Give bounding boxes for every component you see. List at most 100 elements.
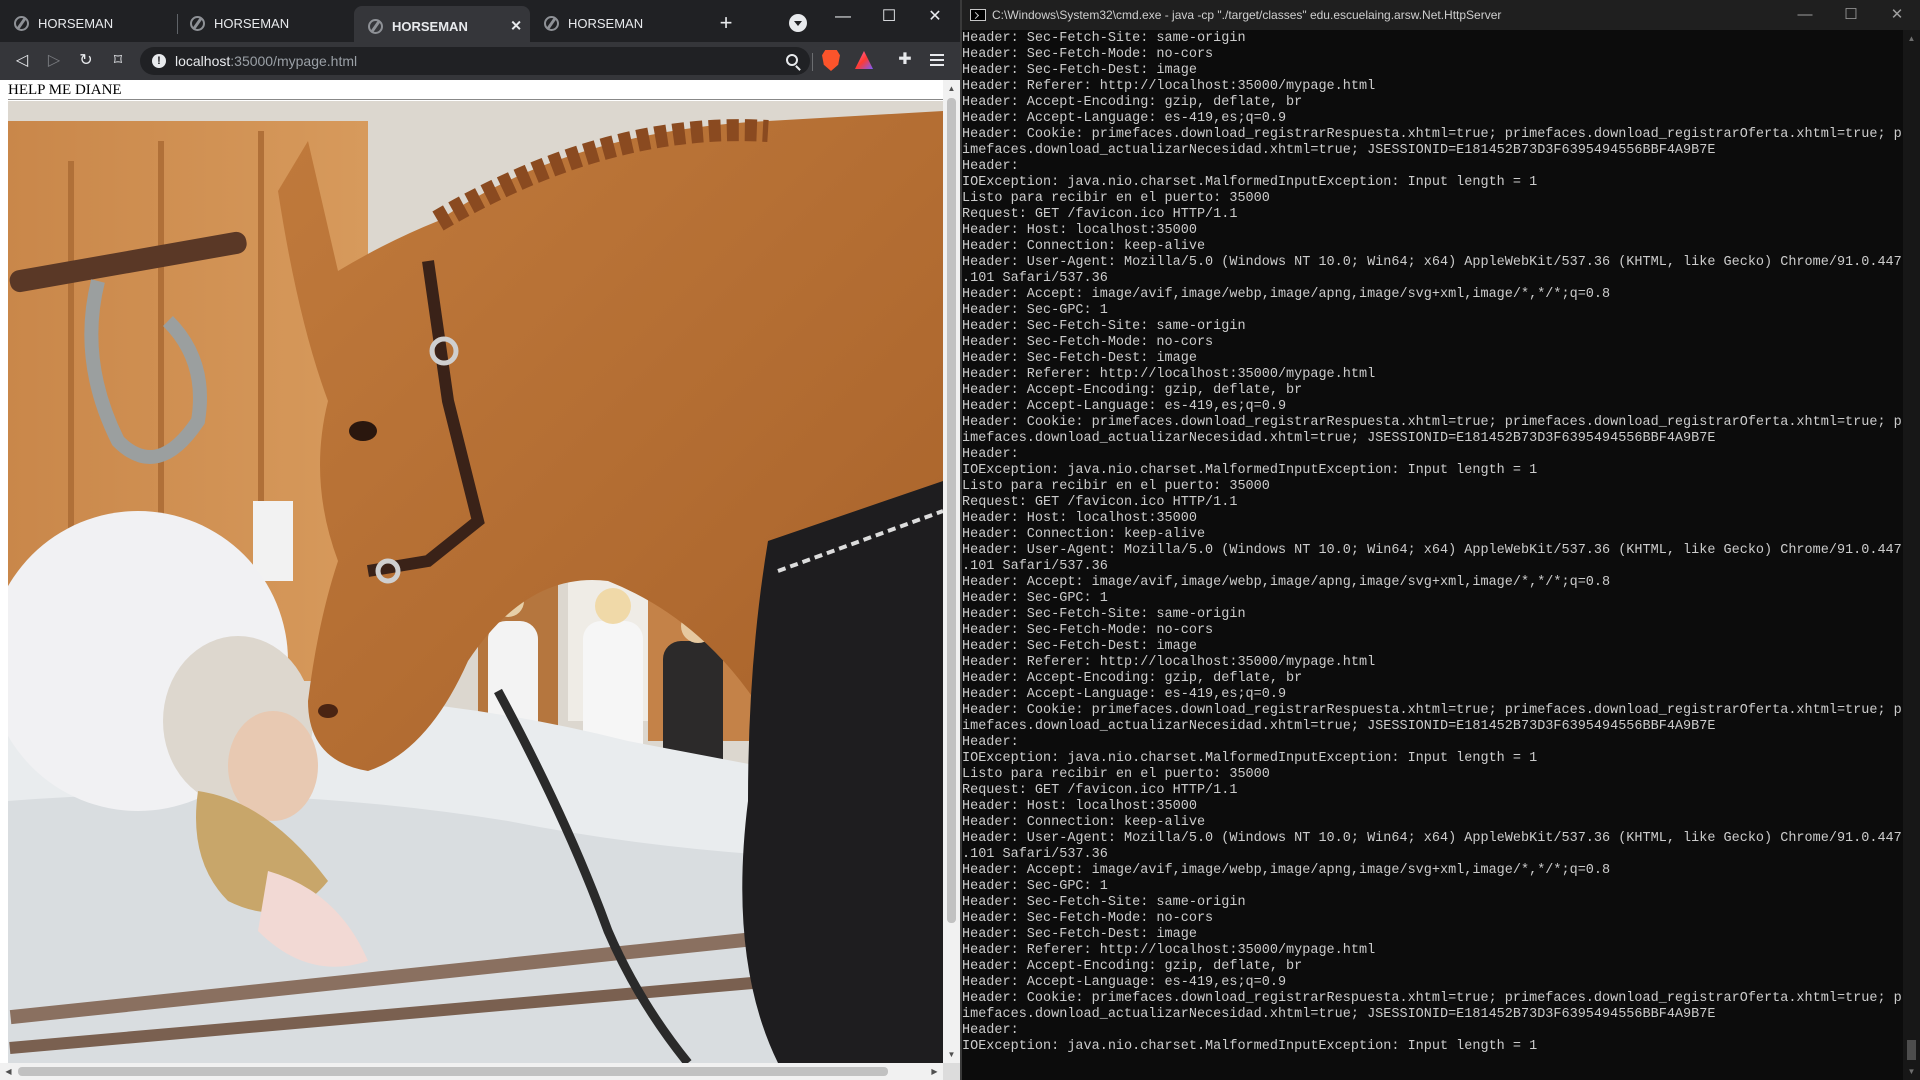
globe-icon (190, 15, 205, 31)
console-line: Header: Referer: http://localhost:35000/… (962, 79, 1376, 94)
page-heading: HELP ME DIANE (8, 82, 122, 98)
page-viewport: HELP ME DIANE ▲ ▼ ◀ ▶ (0, 80, 960, 1080)
console-line: Header: Sec-Fetch-Site: same-origin (962, 895, 1246, 910)
console-line: Header: Sec-Fetch-Mode: no-cors (962, 623, 1214, 638)
console-line: Header: Accept-Encoding: gzip, deflate, … (962, 95, 1303, 110)
page-horizontal-scrollbar[interactable]: ◀ ▶ (0, 1063, 943, 1080)
reload-icon[interactable]: ↻ (74, 49, 98, 73)
console-line: Header: Cookie: primefaces.download_regi… (962, 703, 1902, 718)
console-line: Header: Connection: keep-alive (962, 527, 1206, 542)
console-line: Header: User-Agent: Mozilla/5.0 (Windows… (962, 255, 1902, 270)
console-line: Header: Accept: image/avif,image/webp,im… (962, 287, 1611, 302)
console-line: .101 Safari/537.36 (962, 847, 1108, 862)
cmd-maximize-button[interactable]: ☐ (1828, 0, 1874, 30)
extensions-puzzle-icon[interactable]: ✚ (896, 51, 914, 69)
cmd-minimize-button[interactable]: — (1782, 0, 1828, 30)
cmd-titlebar[interactable]: C:\Windows\System32\cmd.exe - java -cp "… (962, 0, 1920, 30)
address-bar[interactable]: ! localhost:35000/mypage.html (140, 47, 810, 75)
console-line: Listo para recibir en el puerto: 35000 (962, 191, 1270, 206)
tab-label: HORSEMAN (38, 15, 114, 31)
console-line: Header: Accept-Encoding: gzip, deflate, … (962, 671, 1303, 686)
console-line: Request: GET /favicon.ico HTTP/1.1 (962, 207, 1238, 222)
tab-strip: HORSEMAN HORSEMAN HORSEMAN ✕ HORSEMAN + … (0, 0, 960, 46)
zoom-icon[interactable] (786, 54, 798, 66)
console-line: Header: User-Agent: Mozilla/5.0 (Windows… (962, 543, 1902, 558)
brave-rewards-icon[interactable] (855, 51, 873, 69)
tab-horseman-3-active[interactable]: HORSEMAN ✕ (354, 6, 530, 46)
scroll-right-icon[interactable]: ▶ (926, 1063, 943, 1080)
console-line: imefaces.download_actualizarNecesidad.xh… (962, 431, 1716, 446)
scroll-up-icon[interactable]: ▲ (1903, 30, 1920, 47)
tab-label: HORSEMAN (214, 15, 290, 31)
console-line: Header: Host: localhost:35000 (962, 511, 1197, 526)
console-line: Header: Accept-Language: es-419,es;q=0.9 (962, 399, 1287, 414)
console-line: .101 Safari/537.36 (962, 559, 1108, 574)
console-line: Header: Sec-Fetch-Site: same-origin (962, 31, 1246, 46)
console-line: Header: (962, 1023, 1019, 1038)
close-icon[interactable]: ✕ (510, 18, 522, 35)
maximize-button[interactable]: ☐ (866, 2, 912, 32)
site-info-icon[interactable]: ! (152, 54, 166, 68)
scrollbar-corner (943, 1063, 960, 1080)
console-line: Header: Sec-GPC: 1 (962, 303, 1108, 318)
console-line: Header: Sec-Fetch-Mode: no-cors (962, 47, 1214, 62)
cmd-close-button[interactable]: ✕ (1874, 0, 1920, 30)
tab-horseman-2[interactable]: HORSEMAN (176, 6, 352, 40)
tab-search-icon[interactable] (789, 14, 807, 32)
close-window-button[interactable]: ✕ (912, 2, 958, 32)
console-output[interactable]: Header: Sec-Fetch-Site: same-origin Heade… (962, 31, 1902, 1061)
horizontal-scroll-thumb[interactable] (18, 1067, 888, 1076)
console-icon (970, 9, 986, 21)
cmd-scroll-thumb[interactable] (1907, 1040, 1916, 1060)
console-line: Listo para recibir en el puerto: 35000 (962, 479, 1270, 494)
console-line: Header: Sec-Fetch-Dest: image (962, 927, 1197, 942)
address-url[interactable]: localhost:35000/mypage.html (175, 53, 357, 69)
page-vertical-scrollbar[interactable]: ▲ ▼ (943, 80, 960, 1063)
scroll-left-icon[interactable]: ◀ (0, 1063, 17, 1080)
console-line: Header: Sec-Fetch-Dest: image (962, 639, 1197, 654)
tab-horseman-4[interactable]: HORSEMAN (530, 6, 706, 40)
console-line: Header: Accept-Language: es-419,es;q=0.9 (962, 687, 1287, 702)
console-line: Header: Cookie: primefaces.download_regi… (962, 991, 1902, 1006)
console-line: IOException: java.nio.charset.MalformedI… (962, 175, 1538, 190)
cmd-title: C:\Windows\System32\cmd.exe - java -cp "… (992, 8, 1502, 22)
tab-label: HORSEMAN (392, 18, 468, 34)
console-line: Listo para recibir en el puerto: 35000 (962, 767, 1270, 782)
globe-icon (14, 15, 29, 31)
cmd-vertical-scrollbar[interactable]: ▲ ▼ (1903, 30, 1920, 1080)
console-line: .101 Safari/537.36 (962, 271, 1108, 286)
horse-hospital-photo (8, 101, 943, 1063)
new-tab-button[interactable]: + (713, 11, 739, 37)
bookmark-icon[interactable]: ⌑ (106, 49, 130, 73)
console-line: Header: Accept-Encoding: gzip, deflate, … (962, 383, 1303, 398)
console-line: Header: Sec-GPC: 1 (962, 591, 1108, 606)
globe-icon (368, 18, 383, 34)
console-line: imefaces.download_actualizarNecesidad.xh… (962, 1007, 1716, 1022)
console-line: imefaces.download_actualizarNecesidad.xh… (962, 719, 1716, 734)
browser-window: HORSEMAN HORSEMAN HORSEMAN ✕ HORSEMAN + … (0, 0, 960, 1080)
tab-horseman-1[interactable]: HORSEMAN (0, 6, 176, 40)
console-line: Header: Connection: keep-alive (962, 815, 1206, 830)
minimize-button[interactable]: — (820, 2, 866, 32)
console-line: Header: Accept-Encoding: gzip, deflate, … (962, 959, 1303, 974)
console-line: Header: Connection: keep-alive (962, 239, 1206, 254)
console-line: IOException: java.nio.charset.MalformedI… (962, 463, 1538, 478)
console-line: Header: Host: localhost:35000 (962, 799, 1197, 814)
console-line: Header: User-Agent: Mozilla/5.0 (Windows… (962, 831, 1902, 846)
console-line: Header: (962, 159, 1019, 174)
page-rule (8, 99, 943, 100)
back-icon[interactable]: ◁ (10, 49, 34, 73)
console-line: Header: Accept-Language: es-419,es;q=0.9 (962, 111, 1287, 126)
console-line: Header: (962, 735, 1019, 750)
scroll-down-icon[interactable]: ▼ (1903, 1063, 1920, 1080)
menu-icon[interactable] (928, 51, 946, 69)
console-line: Header: Cookie: primefaces.download_regi… (962, 415, 1902, 430)
console-line: Header: Referer: http://localhost:35000/… (962, 367, 1376, 382)
brave-shields-icon[interactable] (822, 50, 840, 71)
console-line: Request: GET /favicon.ico HTTP/1.1 (962, 495, 1238, 510)
forward-icon[interactable]: ▷ (42, 49, 66, 73)
scroll-down-icon[interactable]: ▼ (943, 1046, 960, 1063)
vertical-scroll-thumb[interactable] (947, 98, 956, 923)
console-line: Header: Sec-Fetch-Mode: no-cors (962, 335, 1214, 350)
scroll-up-icon[interactable]: ▲ (943, 80, 960, 97)
